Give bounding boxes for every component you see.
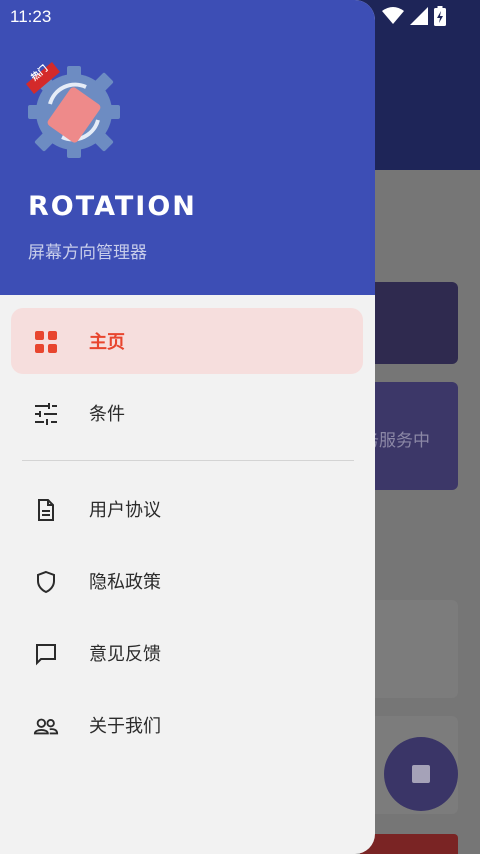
sliders-icon <box>33 401 59 427</box>
signal-icon <box>410 7 428 25</box>
app-name: ROTATION <box>28 191 197 222</box>
app-subtitle: 屏幕方向管理器 <box>28 243 147 263</box>
shield-icon <box>33 569 59 595</box>
status-icons <box>382 6 446 26</box>
document-icon <box>33 497 59 523</box>
battery-charging-icon <box>434 6 446 26</box>
menu-item-conditions[interactable]: 条件 <box>11 380 363 446</box>
grid-icon <box>33 329 59 355</box>
menu-item-label: 条件 <box>89 404 125 425</box>
status-bar: 11:23 <box>0 0 480 32</box>
menu-item-label: 关于我们 <box>89 716 161 737</box>
drawer-header: 热门 ROTATION 屏幕方向管理器 <box>0 0 375 295</box>
people-icon <box>33 713 59 739</box>
chat-icon <box>33 641 59 667</box>
menu-item-label: 隐私政策 <box>89 572 161 593</box>
menu-item-privacy-policy[interactable]: 隐私政策 <box>11 548 363 614</box>
wifi-icon <box>382 7 404 24</box>
menu-item-user-agreement[interactable]: 用户协议 <box>11 476 363 542</box>
menu-item-label: 用户协议 <box>89 500 161 521</box>
status-time: 11:23 <box>10 7 52 26</box>
menu-item-label: 主页 <box>89 332 125 353</box>
menu-divider <box>22 460 354 461</box>
navigation-drawer: 热门 ROTATION 屏幕方向管理器 主页 条件 用户协议 隐私政策 意见反馈… <box>0 0 375 854</box>
stop-service-fab[interactable] <box>384 737 458 811</box>
menu-item-feedback[interactable]: 意见反馈 <box>11 620 363 686</box>
menu-item-about-us[interactable]: 关于我们 <box>11 692 363 758</box>
menu-item-label: 意见反馈 <box>89 644 161 665</box>
menu-item-home[interactable]: 主页 <box>11 308 363 374</box>
stop-icon <box>412 765 430 783</box>
